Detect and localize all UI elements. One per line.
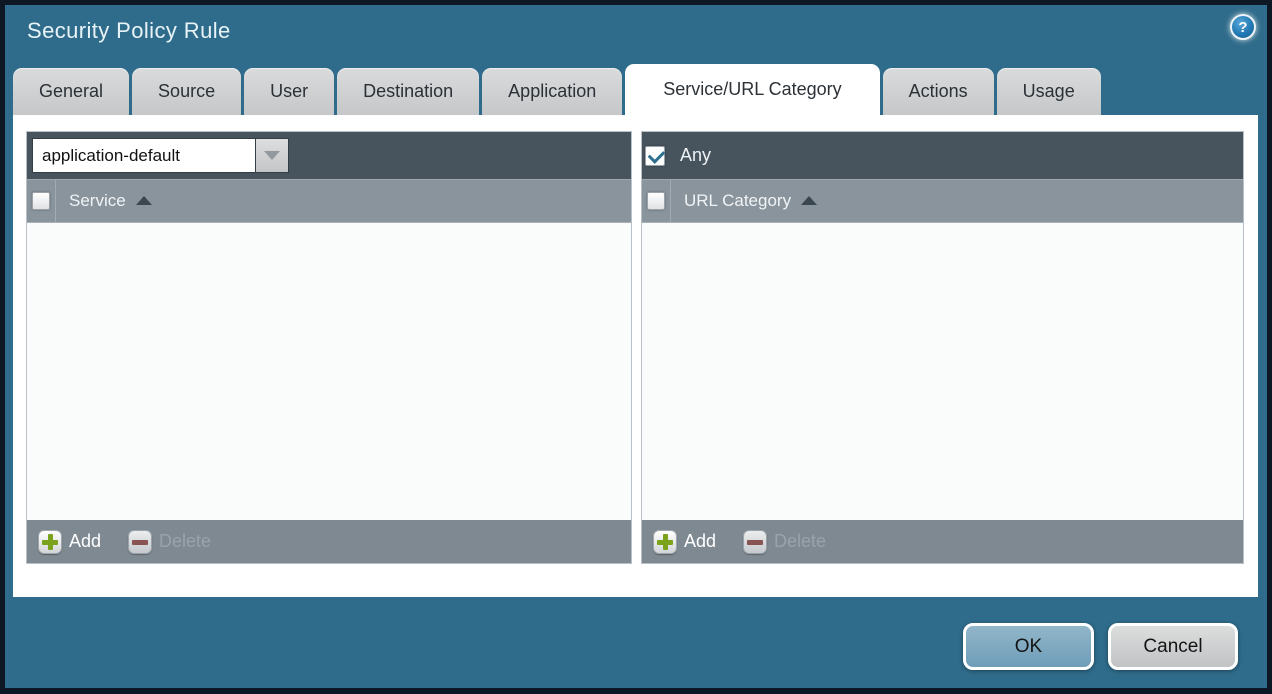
service-type-dropdown[interactable]: application-default bbox=[32, 138, 289, 173]
service-type-dropdown-button[interactable] bbox=[256, 138, 289, 173]
tab-application[interactable]: Application bbox=[482, 68, 622, 115]
help-glyph: ? bbox=[1238, 19, 1247, 36]
plus-icon bbox=[38, 530, 62, 554]
url-category-column-header: URL Category bbox=[642, 179, 1243, 223]
service-type-dropdown-value[interactable]: application-default bbox=[32, 138, 256, 173]
service-panel-toolbar: application-default bbox=[27, 132, 631, 179]
security-policy-rule-dialog: Security Policy Rule ? General Source Us… bbox=[5, 5, 1267, 688]
tab-service-url-category[interactable]: Service/URL Category bbox=[625, 64, 879, 115]
delete-button-label: Delete bbox=[159, 531, 211, 552]
tab-user[interactable]: User bbox=[244, 68, 334, 115]
tab-destination[interactable]: Destination bbox=[337, 68, 479, 115]
any-checkbox[interactable] bbox=[645, 146, 665, 166]
url-category-list[interactable] bbox=[642, 223, 1243, 520]
url-category-select-all-checkbox[interactable] bbox=[647, 192, 665, 210]
sort-ascending-icon bbox=[801, 196, 817, 205]
help-icon[interactable]: ? bbox=[1230, 14, 1256, 40]
delete-button-label: Delete bbox=[774, 531, 826, 552]
service-add-button[interactable]: Add bbox=[38, 530, 101, 554]
cancel-button[interactable]: Cancel bbox=[1108, 623, 1238, 670]
dialog-title: Security Policy Rule bbox=[27, 18, 231, 44]
ok-button[interactable]: OK bbox=[963, 623, 1094, 670]
plus-icon bbox=[653, 530, 677, 554]
url-category-panel-footer: Add Delete bbox=[642, 520, 1243, 563]
sort-ascending-icon bbox=[136, 196, 152, 205]
tab-bar: General Source User Destination Applicat… bbox=[13, 65, 1104, 115]
url-category-column-title-cell[interactable]: URL Category bbox=[671, 179, 817, 222]
service-column-title: Service bbox=[69, 191, 126, 211]
add-button-label: Add bbox=[69, 531, 101, 552]
any-checkbox-label: Any bbox=[680, 145, 711, 166]
service-select-all-checkbox[interactable] bbox=[32, 192, 50, 210]
service-panel: application-default Service bbox=[26, 131, 632, 564]
url-category-column-title: URL Category bbox=[684, 191, 791, 211]
tab-content-area: application-default Service bbox=[13, 115, 1258, 597]
service-column-header: Service bbox=[27, 179, 631, 223]
tab-general[interactable]: General bbox=[13, 68, 129, 115]
tab-usage[interactable]: Usage bbox=[997, 68, 1101, 115]
add-button-label: Add bbox=[684, 531, 716, 552]
service-panel-footer: Add Delete bbox=[27, 520, 631, 563]
url-category-panel-toolbar: Any bbox=[642, 132, 1243, 179]
chevron-down-icon bbox=[264, 151, 280, 160]
tab-actions[interactable]: Actions bbox=[883, 68, 994, 115]
screen: Security Policy Rule ? General Source Us… bbox=[0, 0, 1272, 694]
minus-icon bbox=[128, 530, 152, 554]
service-list[interactable] bbox=[27, 223, 631, 520]
service-column-title-cell[interactable]: Service bbox=[56, 179, 152, 222]
url-category-delete-button[interactable]: Delete bbox=[743, 530, 826, 554]
url-category-add-button[interactable]: Add bbox=[653, 530, 716, 554]
service-delete-button[interactable]: Delete bbox=[128, 530, 211, 554]
url-category-select-all-cell bbox=[642, 179, 671, 222]
tab-source[interactable]: Source bbox=[132, 68, 241, 115]
minus-icon bbox=[743, 530, 767, 554]
service-select-all-cell bbox=[27, 179, 56, 222]
url-category-panel: Any URL Category Add bbox=[641, 131, 1244, 564]
